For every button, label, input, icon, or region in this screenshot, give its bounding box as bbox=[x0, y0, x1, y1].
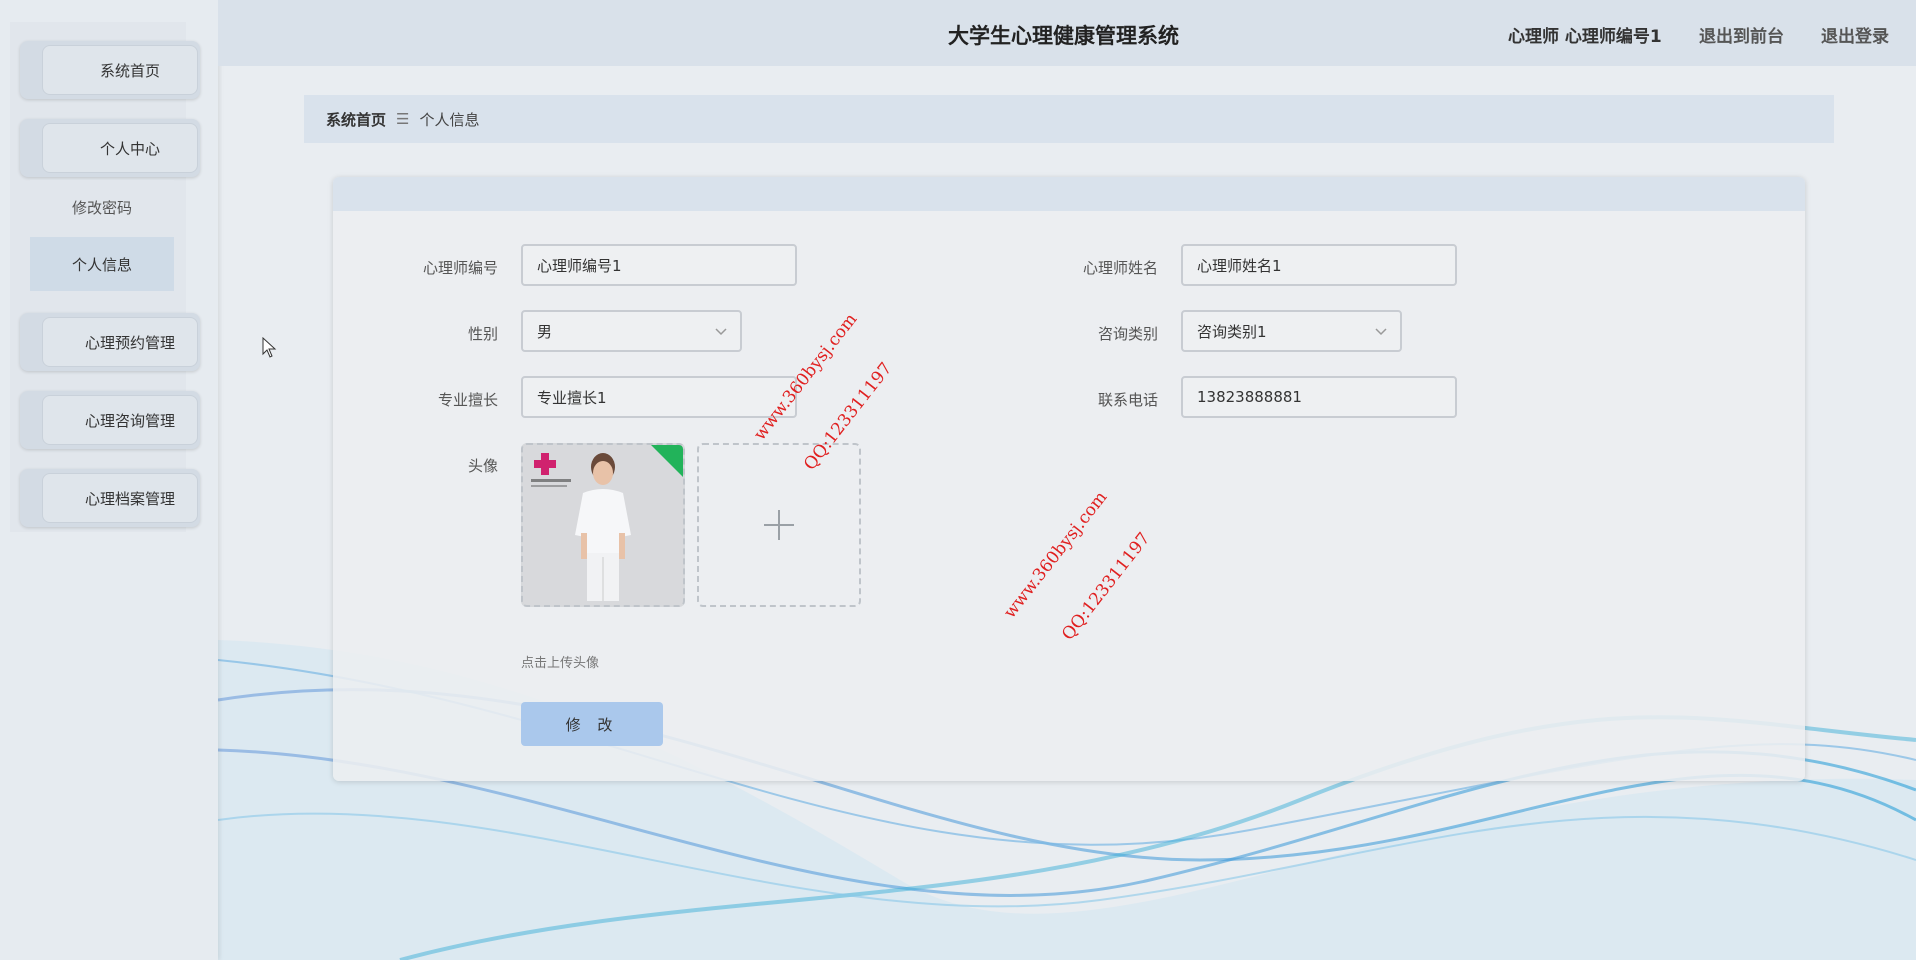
gender-select[interactable]: 男 bbox=[521, 310, 742, 352]
specialty-input[interactable]: 专业擅长1 bbox=[521, 376, 797, 418]
avatar-preview[interactable] bbox=[521, 443, 685, 607]
sidebar: 系统首页 个人中心 修改密码 个人信息 心理预约管理 心理咨询管理 心理档案管理 bbox=[0, 0, 218, 960]
select-value: 咨询类别1 bbox=[1197, 322, 1267, 341]
field-label-consult-type: 咨询类别 bbox=[1097, 325, 1158, 343]
app-title: 大学生心理健康管理系统 bbox=[948, 24, 1179, 48]
submit-button[interactable]: 修 改 bbox=[521, 702, 663, 746]
upload-hint: 点击上传头像 bbox=[521, 656, 600, 671]
chevron-down-icon bbox=[715, 328, 727, 336]
counselor-id-input[interactable]: 心理师编号1 bbox=[521, 244, 797, 286]
sidebar-item-label: 心理咨询管理 bbox=[42, 395, 198, 445]
submenu-personal-info[interactable]: 个人信息 bbox=[30, 237, 174, 291]
card-header bbox=[333, 177, 1805, 211]
breadcrumb-current: 个人信息 bbox=[419, 110, 480, 129]
sidebar-item-label: 心理预约管理 bbox=[42, 317, 198, 367]
top-header: 大学生心理健康管理系统 心理师 心理师编号1 退出到前台 退出登录 bbox=[218, 0, 1916, 66]
phone-input[interactable]: 13823888881 bbox=[1181, 376, 1457, 418]
logout-link[interactable]: 退出登录 bbox=[1821, 22, 1889, 47]
consult-type-select[interactable]: 咨询类别1 bbox=[1181, 310, 1402, 352]
avatar-image bbox=[523, 445, 683, 605]
avatar-upload-button[interactable] bbox=[697, 443, 861, 607]
sidebar-item-consultation[interactable]: 心理咨询管理 bbox=[20, 391, 200, 449]
sidebar-item-label: 心理档案管理 bbox=[42, 473, 198, 523]
sidebar-item-label: 系统首页 bbox=[42, 45, 198, 95]
field-label-specialty: 专业擅长 bbox=[437, 391, 498, 409]
input-value: 心理师姓名1 bbox=[1197, 256, 1282, 275]
breadcrumb: 系统首页 ☰ 个人信息 bbox=[304, 95, 1834, 143]
field-label-avatar: 头像 bbox=[467, 457, 498, 475]
sidebar-item-home[interactable]: 系统首页 bbox=[20, 41, 200, 99]
field-label-counselor-id: 心理师编号 bbox=[422, 259, 498, 277]
sidebar-item-records[interactable]: 心理档案管理 bbox=[20, 469, 200, 527]
back-to-front-link[interactable]: 退出到前台 bbox=[1699, 22, 1784, 47]
submenu-change-password[interactable]: 修改密码 bbox=[30, 180, 174, 234]
current-user: 心理师 心理师编号1 bbox=[1508, 27, 1662, 47]
mouse-cursor-icon bbox=[262, 337, 277, 358]
chevron-down-icon bbox=[1375, 328, 1387, 336]
submenu-label: 个人信息 bbox=[71, 255, 132, 274]
field-label-counselor-name: 心理师姓名 bbox=[1082, 259, 1158, 277]
input-value: 专业擅长1 bbox=[537, 388, 607, 407]
input-value: 13823888881 bbox=[1197, 388, 1302, 406]
sidebar-item-appointment[interactable]: 心理预约管理 bbox=[20, 313, 200, 371]
plus-icon bbox=[764, 510, 794, 540]
field-label-phone: 联系电话 bbox=[1097, 391, 1158, 409]
profile-form-card: 心理师编号 心理师编号1 心理师姓名 心理师姓名1 性别 男 咨询类别 咨询类别… bbox=[333, 177, 1805, 781]
counselor-name-input[interactable]: 心理师姓名1 bbox=[1181, 244, 1457, 286]
sidebar-item-label: 个人中心 bbox=[42, 123, 198, 173]
breadcrumb-separator-icon: ☰ bbox=[396, 110, 410, 128]
sidebar-item-personal-center[interactable]: 个人中心 bbox=[20, 119, 200, 177]
select-value: 男 bbox=[537, 322, 553, 341]
breadcrumb-home[interactable]: 系统首页 bbox=[326, 109, 386, 130]
submenu-label: 修改密码 bbox=[71, 198, 132, 217]
field-label-gender: 性别 bbox=[467, 325, 498, 343]
input-value: 心理师编号1 bbox=[537, 256, 622, 275]
